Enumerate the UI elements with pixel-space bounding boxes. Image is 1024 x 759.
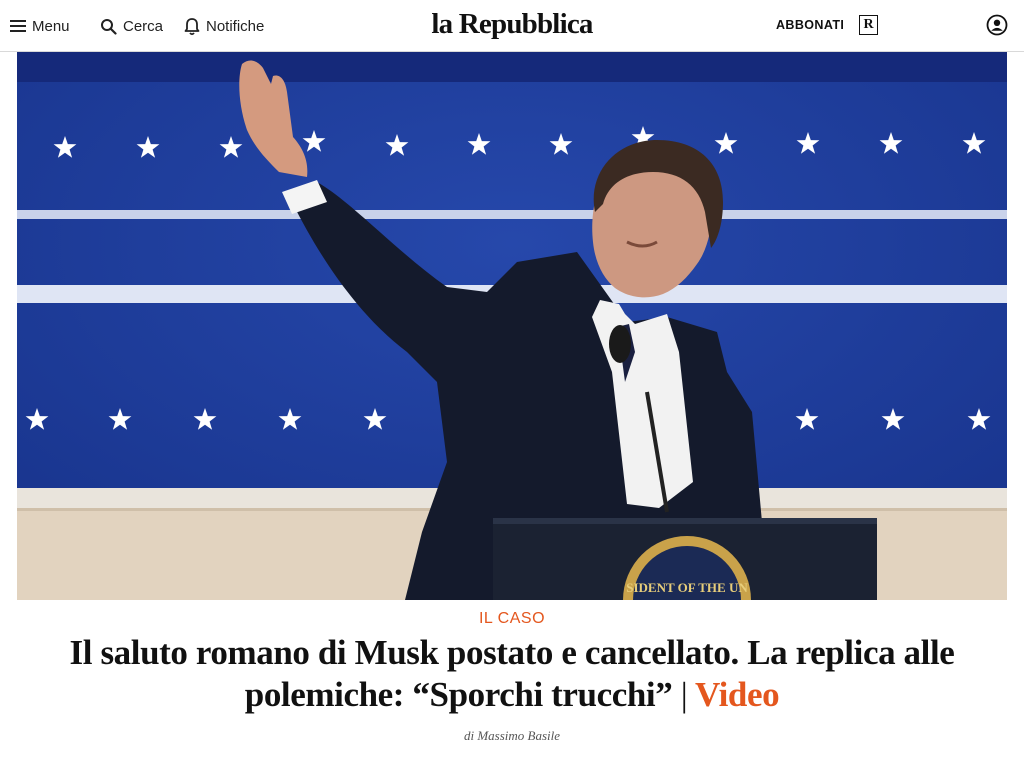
hero-photo: SIDENT OF THE UN	[17, 52, 1007, 600]
top-navigation-bar: Menu Cerca Notifiche la Repubblica ABBON…	[0, 0, 1024, 52]
presidential-seal-text: SIDENT OF THE UN	[626, 580, 748, 595]
article-kicker[interactable]: IL CASO	[0, 610, 1024, 628]
hero-image[interactable]: SIDENT OF THE UN	[17, 52, 1007, 600]
article-byline: di Massimo Basile	[0, 728, 1024, 744]
search-button[interactable]: Cerca	[100, 14, 163, 38]
notifications-button[interactable]: Notifiche	[184, 14, 264, 38]
search-label: Cerca	[123, 17, 164, 35]
premium-badge[interactable]: R	[859, 15, 878, 35]
menu-button[interactable]: Menu	[10, 14, 70, 38]
bell-icon	[184, 17, 200, 35]
headline-separator: |	[680, 675, 688, 714]
user-account-button[interactable]	[986, 14, 1008, 41]
menu-label: Menu	[32, 17, 70, 35]
video-link[interactable]: Video	[695, 675, 780, 714]
notifications-label: Notifiche	[206, 17, 265, 35]
user-icon	[986, 14, 1008, 36]
hamburger-menu-icon	[10, 20, 26, 32]
article-headline[interactable]: Il saluto romano di Musk postato e cance…	[20, 632, 1004, 716]
subscribe-link[interactable]: ABBONATI	[776, 18, 844, 32]
byline-prefix: di	[463, 728, 475, 743]
search-icon	[101, 18, 117, 35]
headline-text[interactable]: Il saluto romano di Musk postato e cance…	[70, 633, 955, 714]
author-name[interactable]: Massimo Basile	[477, 728, 560, 743]
site-logo[interactable]: la Repubblica	[431, 8, 593, 40]
